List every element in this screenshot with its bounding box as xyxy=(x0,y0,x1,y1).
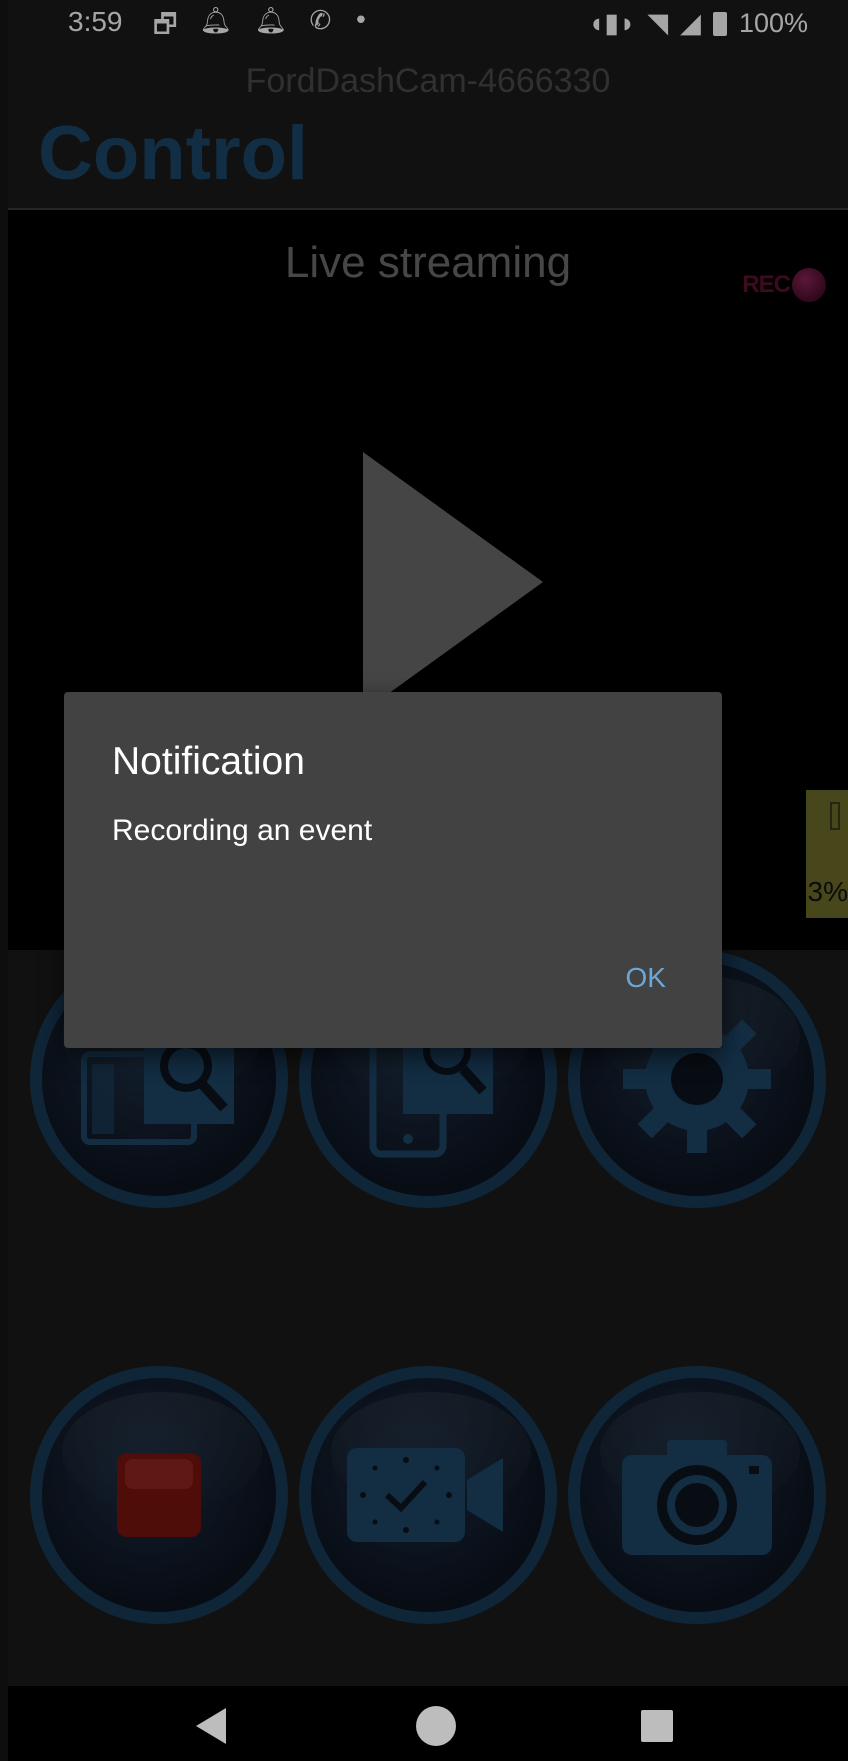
bell-icon: 🔔︎ xyxy=(199,6,233,36)
image-icon: 🗗 xyxy=(153,10,178,40)
ok-button[interactable]: OK xyxy=(626,962,666,994)
page-title: Control xyxy=(38,111,309,196)
stop-recording-button[interactable] xyxy=(30,1366,288,1624)
control-grid xyxy=(8,950,848,1686)
navigation-bar xyxy=(8,1686,848,1761)
rec-dot-icon xyxy=(792,268,826,302)
wifi-icon: ◥ xyxy=(647,8,669,38)
event-recording-button[interactable] xyxy=(299,1366,557,1624)
signal-icon: ◢ xyxy=(680,8,701,38)
stop-icon xyxy=(117,1453,201,1537)
dialog-message: Recording an event xyxy=(112,814,373,847)
missed-call-icon: ✆ xyxy=(309,6,332,36)
storage-icon xyxy=(830,802,840,830)
notification-dialog: Notification Recording an event OK xyxy=(64,692,722,1048)
dot-icon: • xyxy=(353,6,369,36)
app-root: 3:59 🗗 🔔︎ 🔔︎ ✆ • ◖▮◗ ◥ ◢ 100% FordDashCa… xyxy=(8,0,848,1761)
play-icon[interactable] xyxy=(363,452,543,712)
recents-icon[interactable] xyxy=(641,1710,673,1742)
storage-badge: 3% xyxy=(806,790,848,918)
take-photo-button[interactable] xyxy=(568,1366,826,1624)
status-system-icons: ◖▮◗ ◥ ◢ 100% xyxy=(588,8,808,39)
status-bar: 3:59 🗗 🔔︎ 🔔︎ ✆ • ◖▮◗ ◥ ◢ 100% xyxy=(8,0,848,50)
video-clock-icon xyxy=(347,1448,503,1542)
storage-percent: 3% xyxy=(807,876,848,907)
battery-icon xyxy=(712,11,727,36)
status-time: 3:59 xyxy=(68,6,123,37)
rec-label: REC xyxy=(742,271,791,298)
home-icon[interactable] xyxy=(416,1706,456,1746)
camera-icon xyxy=(622,1440,772,1555)
device-name: FordDashCam-4666330 xyxy=(245,62,611,100)
vibrate-icon: ◖▮◗ xyxy=(587,8,636,38)
rec-indicator: REC xyxy=(742,268,826,302)
dialog-title: Notification xyxy=(112,740,305,783)
battery-percent: 100% xyxy=(738,8,808,38)
back-icon[interactable] xyxy=(196,1708,226,1744)
bell-icon: 🔔︎ xyxy=(254,6,288,36)
status-notification-icons: 🗗 🔔︎ 🔔︎ ✆ • xyxy=(153,6,369,50)
live-streaming-label: Live streaming xyxy=(284,238,572,287)
